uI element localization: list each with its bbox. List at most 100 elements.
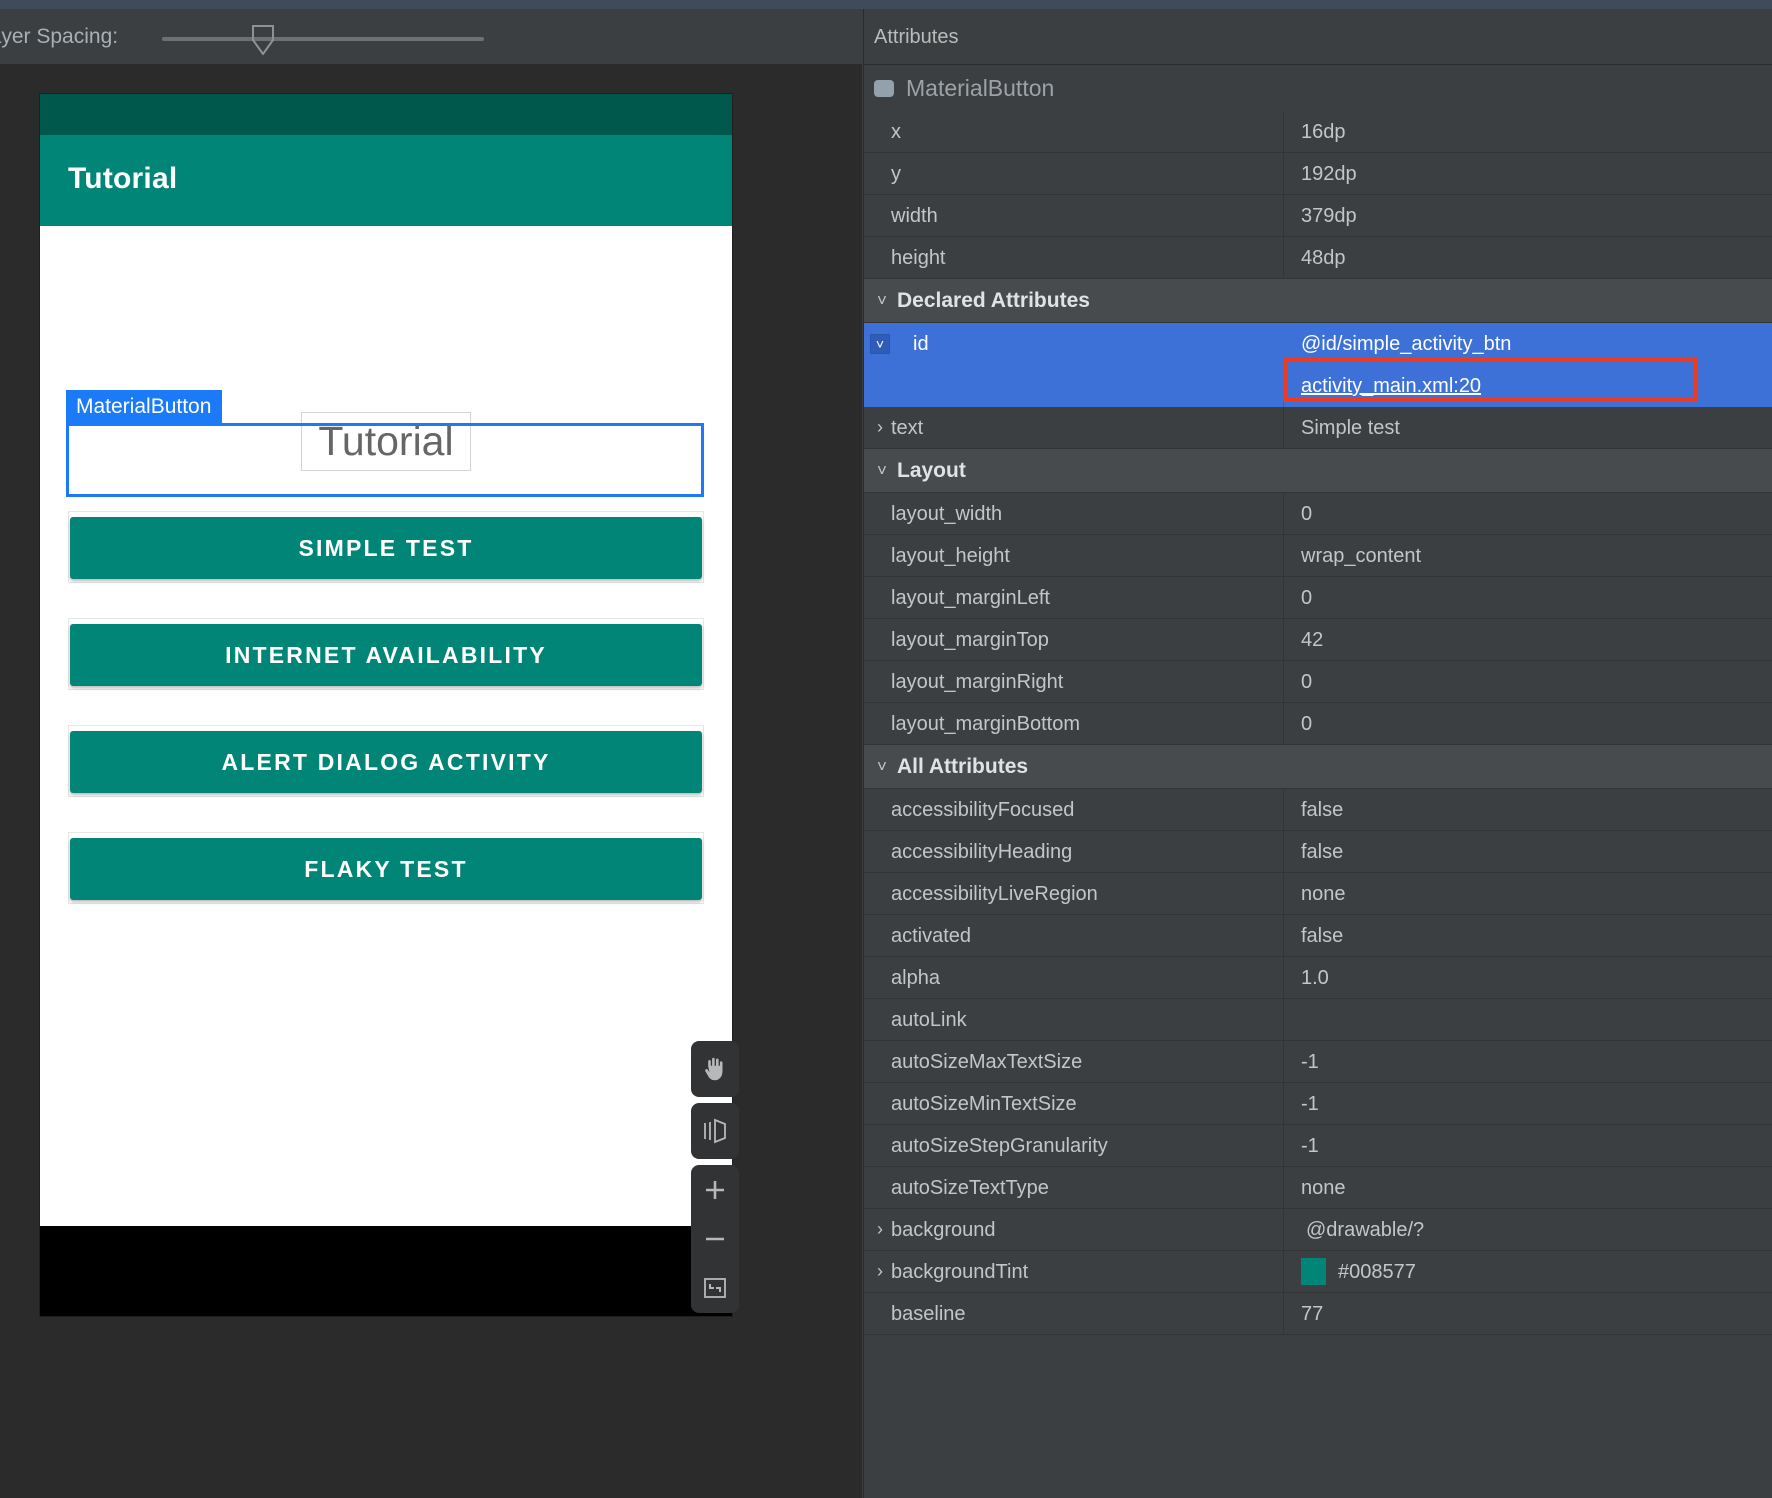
attribute-row-x[interactable]: x 16dp [864,110,1772,153]
attribute-row-id[interactable]: ˅ id @id/simple_activity_btn activity_ma… [864,323,1772,407]
slider-track[interactable] [162,37,484,41]
section-header-all-attributes[interactable]: ˅ All Attributes [864,745,1772,789]
attribute-value[interactable] [1284,999,1772,1041]
attribute-value[interactable]: false [1284,915,1772,957]
zoom-out-button[interactable] [691,1214,739,1263]
attribute-row-width[interactable]: width 379dp [864,194,1772,237]
attribute-value[interactable]: false [1284,831,1772,873]
simple-test-button[interactable]: SIMPLE TEST [70,517,702,579]
attribute-row-id-main[interactable]: ˅ id @id/simple_activity_btn [864,323,1772,365]
attribute-row-layout-margintop[interactable]: layout_marginTop 42 [864,618,1772,661]
attribute-value[interactable]: 77 [1284,1293,1772,1335]
attribute-value-color[interactable]: #008577 [1284,1251,1772,1293]
attribute-value[interactable]: 379dp [1284,195,1772,237]
attribute-value[interactable]: 0 [1284,703,1772,745]
attribute-row-background[interactable]: › background @drawable/? [864,1208,1772,1251]
internet-availability-button[interactable]: INTERNET AVAILABILITY [70,624,702,686]
attribute-key: id [864,323,1284,365]
attribute-value[interactable]: false [1284,789,1772,831]
alert-dialog-activity-button[interactable]: ALERT DIALOG ACTIVITY [70,731,702,793]
attribute-row-autosizetexttype[interactable]: autoSizeTextType none [864,1166,1772,1209]
chevron-right-icon[interactable]: › [873,1219,887,1240]
zoom-in-button[interactable] [691,1165,739,1214]
attribute-value[interactable]: -1 [1284,1125,1772,1167]
attribute-row-id-source[interactable]: activity_main.xml:20 [864,365,1772,407]
button-slot-simple-test[interactable]: SIMPLE TEST [68,511,704,583]
attribute-value[interactable]: @id/simple_activity_btn [1284,323,1772,365]
attribute-value[interactable]: 16dp [1284,111,1772,153]
attribute-row-accessibilityliveregion[interactable]: accessibilityLiveRegion none [864,872,1772,915]
selection-component-tag[interactable]: MaterialButton [66,390,223,423]
attribute-key: layout_marginBottom [864,702,1284,745]
attribute-row-activated[interactable]: activated false [864,914,1772,957]
zoom-to-fit-button[interactable] [691,1263,739,1312]
attribute-value[interactable]: 0 [1284,661,1772,703]
chevron-right-icon[interactable]: › [873,417,887,438]
attribute-row-accessibilityheading[interactable]: accessibilityHeading false [864,830,1772,873]
design-surface-pane: Layer Spacing: Tutorial Tutorial SIMPLE … [0,9,862,1498]
attribute-row-autolink[interactable]: autoLink [864,998,1772,1041]
attribute-value[interactable]: 0 [1284,577,1772,619]
attribute-key: layout_height [864,534,1284,577]
attributes-list[interactable]: MaterialButton x 16dp y 192dp width 379d… [864,65,1772,1498]
attribute-value[interactable]: 1.0 [1284,957,1772,999]
design-toolbar: Layer Spacing: [0,9,862,65]
attribute-row-alpha[interactable]: alpha 1.0 [864,956,1772,999]
app-bar: Tutorial [40,135,732,226]
xml-source-link[interactable]: activity_main.xml:20 [1284,365,1772,407]
attribute-row-layout-marginbottom[interactable]: layout_marginBottom 0 [864,702,1772,745]
attribute-value[interactable]: Simple test [1284,407,1772,449]
attribute-row-baseline[interactable]: baseline 77 [864,1292,1772,1335]
attribute-value[interactable]: 48dp [1284,237,1772,279]
attribute-key: accessibilityHeading [864,830,1284,873]
attribute-row-accessibilityfocused[interactable]: accessibilityFocused false [864,788,1772,831]
attribute-row-height[interactable]: height 48dp [864,236,1772,279]
layer-spacing-slider[interactable] [162,25,484,55]
attribute-value[interactable]: 0 [1284,493,1772,535]
attribute-row-autosizestepgranularity[interactable]: autoSizeStepGranularity -1 [864,1124,1772,1167]
button-slot-flaky-test[interactable]: FLAKY TEST [68,832,704,904]
attribute-row-autosizemaxtextsize[interactable]: autoSizeMaxTextSize -1 [864,1040,1772,1083]
attribute-key: y [864,152,1284,195]
attribute-value[interactable]: -1 [1284,1083,1772,1125]
attribute-value[interactable]: @drawable/? [1284,1209,1772,1251]
attribute-value[interactable]: wrap_content [1284,535,1772,577]
attribute-row-layout-width[interactable]: layout_width 0 [864,492,1772,535]
attribute-key: baseline [864,1292,1284,1335]
slider-thumb[interactable] [252,25,274,55]
selected-component-row[interactable]: MaterialButton [864,65,1772,111]
window-top-accent-strip [0,0,1772,9]
attribute-value[interactable]: -1 [1284,1041,1772,1083]
attribute-row-layout-marginright[interactable]: layout_marginRight 0 [864,660,1772,703]
button-slot-alert-dialog-activity[interactable]: ALERT DIALOG ACTIVITY [68,725,704,797]
attribute-key: autoLink [864,998,1284,1041]
attribute-value[interactable]: 192dp [1284,153,1772,195]
android-studio-layout-editor: Layer Spacing: Tutorial Tutorial SIMPLE … [0,0,1772,1498]
attribute-value[interactable]: none [1284,1167,1772,1209]
flaky-test-button[interactable]: FLAKY TEST [70,838,702,900]
tutorial-textview[interactable]: Tutorial [301,412,471,471]
chevron-down-icon[interactable]: ˅ [870,334,890,354]
perspective-icon [701,1118,729,1144]
attribute-row-layout-height[interactable]: layout_height wrap_content [864,534,1772,577]
toggle-perspective-button[interactable] [691,1103,739,1159]
attribute-key: layout_marginRight [864,660,1284,703]
attribute-key: autoSizeStepGranularity [864,1124,1284,1167]
button-slot-internet-availability[interactable]: INTERNET AVAILABILITY [68,618,704,690]
attributes-panel: Attributes MaterialButton x 16dp y 192dp… [863,9,1772,1498]
attribute-row-autosizemintextsize[interactable]: autoSizeMinTextSize -1 [864,1082,1772,1125]
attribute-row-text[interactable]: › text Simple test [864,406,1772,449]
section-header-declared-attributes[interactable]: ˅ Declared Attributes [864,279,1772,323]
section-header-layout[interactable]: ˅ Layout [864,449,1772,493]
attribute-value[interactable]: none [1284,873,1772,915]
attribute-row-y[interactable]: y 192dp [864,152,1772,195]
attribute-row-backgroundtint[interactable]: › backgroundTint #008577 [864,1250,1772,1293]
attribute-key: height [864,236,1284,279]
pan-tool-button[interactable] [691,1041,739,1097]
device-preview[interactable]: Tutorial Tutorial SIMPLE TEST INTERNET A… [40,94,732,1316]
attribute-key: autoSizeTextType [864,1166,1284,1209]
attribute-value[interactable]: 42 [1284,619,1772,661]
attribute-row-layout-marginleft[interactable]: layout_marginLeft 0 [864,576,1772,619]
chevron-right-icon[interactable]: › [873,1261,887,1282]
attribute-key: background [864,1208,1284,1251]
